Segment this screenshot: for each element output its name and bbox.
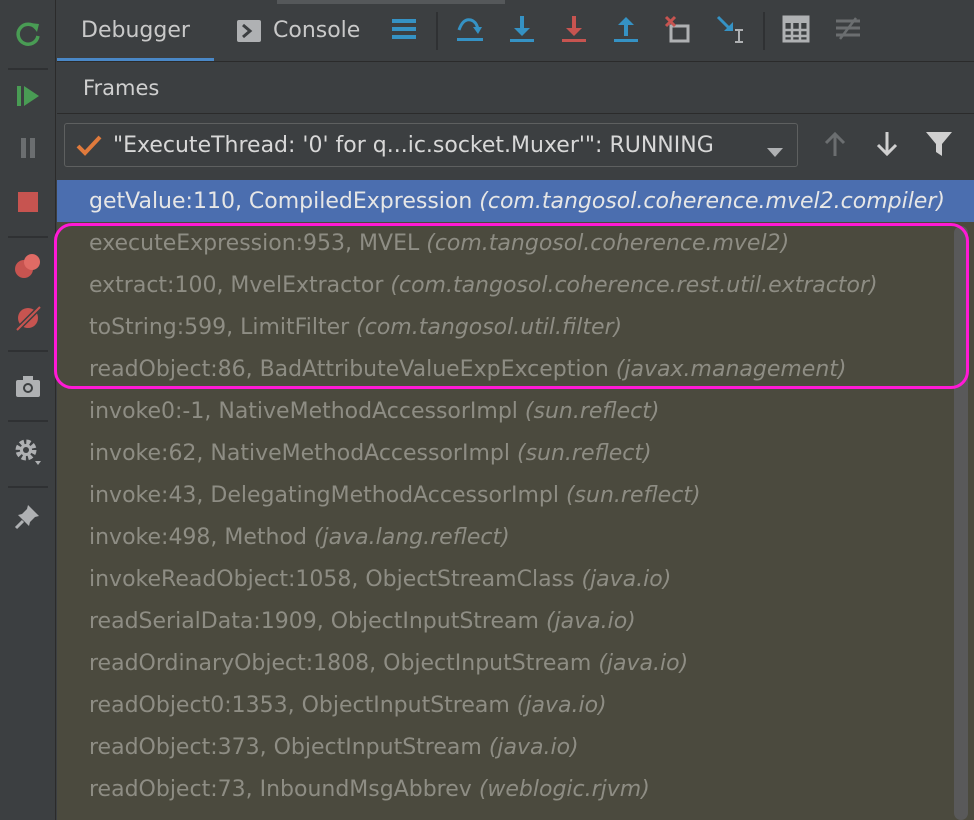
frame-method: readObject0:1353, ObjectInputStream bbox=[89, 692, 510, 718]
layout-menu-button[interactable] bbox=[387, 14, 421, 48]
frame-row[interactable]: readObject0:1353, ObjectInputStream (java… bbox=[57, 684, 974, 726]
frame-package: (java.io) bbox=[598, 650, 689, 676]
rerun-button[interactable] bbox=[8, 16, 48, 56]
rerun-icon bbox=[14, 20, 42, 52]
tab-label: Console bbox=[273, 18, 361, 43]
toolbar-separator bbox=[8, 486, 48, 488]
frame-row[interactable]: invokeReadObject:1058, ObjectStreamClass… bbox=[57, 558, 974, 600]
frame-row[interactable]: invoke:62, NativeMethodAccessorImpl (sun.… bbox=[57, 432, 974, 474]
thread-select[interactable]: "ExecuteThread: '0' for q...ic.socket.Mu… bbox=[64, 123, 798, 167]
view-breakpoints-button[interactable] bbox=[8, 248, 48, 288]
frame-method: invoke:43, DelegatingMethodAccessorImpl bbox=[89, 482, 559, 508]
step-out-icon bbox=[611, 14, 641, 48]
resume-button[interactable] bbox=[8, 78, 48, 118]
tab-label: Debugger bbox=[81, 18, 190, 43]
frame-package: (java.lang.reflect) bbox=[313, 524, 510, 550]
frame-method: getValue:110, CompiledExpression bbox=[89, 188, 473, 214]
filter-frames-button[interactable] bbox=[919, 126, 959, 166]
frame-method: readSerialData:1909, ObjectInputStream bbox=[89, 608, 539, 634]
force-step-into-icon bbox=[559, 14, 589, 48]
step-into-button[interactable] bbox=[505, 14, 539, 48]
frame-method: invokeReadObject:1058, ObjectStreamClass bbox=[89, 566, 575, 592]
frame-row[interactable]: readObject:373, ObjectInputStream (java.i… bbox=[57, 726, 974, 768]
frame-method: invoke:62, NativeMethodAccessorImpl bbox=[89, 440, 510, 466]
pause-button[interactable] bbox=[8, 130, 48, 170]
thread-label: "ExecuteThread: '0' for q...ic.socket.Mu… bbox=[113, 132, 714, 158]
evaluate-expression-icon bbox=[782, 15, 810, 47]
mute-breakpoints-button[interactable] bbox=[8, 300, 48, 340]
drop-frame-icon bbox=[663, 14, 693, 48]
view-breakpoints-icon bbox=[13, 251, 43, 285]
debugger-tab-bar: Debugger Console bbox=[57, 0, 974, 62]
toolbar-separator bbox=[8, 350, 48, 352]
check-icon bbox=[65, 133, 113, 157]
toolbar-separator bbox=[8, 236, 48, 238]
resume-icon bbox=[14, 82, 42, 114]
thread-selector-row: "ExecuteThread: '0' for q...ic.socket.Mu… bbox=[57, 114, 974, 180]
step-into-icon bbox=[507, 14, 537, 48]
frame-method: invoke0:-1, NativeMethodAccessorImpl bbox=[89, 398, 518, 424]
step-over-icon bbox=[455, 14, 485, 48]
trace-icon bbox=[834, 15, 862, 47]
tab-console[interactable]: Console bbox=[237, 0, 377, 61]
debug-left-toolbar bbox=[0, 0, 56, 820]
frame-method: readObject:373, ObjectInputStream bbox=[89, 734, 482, 760]
frame-package: (java.io) bbox=[488, 734, 579, 760]
step-out-button[interactable] bbox=[609, 14, 643, 48]
frames-title: Frames bbox=[83, 75, 160, 100]
frame-row[interactable]: readSerialData:1909, ObjectInputStream (j… bbox=[57, 600, 974, 642]
frame-method: invoke:498, Method bbox=[89, 524, 307, 550]
tab-debugger[interactable]: Debugger bbox=[57, 0, 214, 61]
trace-button[interactable] bbox=[831, 14, 865, 48]
previous-frame-button[interactable] bbox=[815, 126, 855, 166]
toolbar-separator bbox=[436, 12, 438, 50]
settings-icon bbox=[13, 437, 43, 471]
filter-icon bbox=[925, 130, 953, 162]
frame-package: (java.io) bbox=[581, 566, 672, 592]
frame-package: (weblogic.rjvm) bbox=[478, 776, 650, 802]
stop-icon bbox=[14, 188, 42, 220]
stop-button[interactable] bbox=[8, 184, 48, 224]
annotation-highlight-box bbox=[54, 223, 969, 389]
frames-panel-header: Frames bbox=[57, 62, 974, 114]
frame-method: readOrdinaryObject:1808, ObjectInputStre… bbox=[89, 650, 592, 676]
toolbar-separator bbox=[8, 68, 48, 70]
pin-tab-button[interactable] bbox=[8, 498, 48, 538]
layout-menu-icon bbox=[391, 17, 417, 45]
camera-icon bbox=[13, 371, 43, 405]
frame-row[interactable]: readOrdinaryObject:1808, ObjectInputStre… bbox=[57, 642, 974, 684]
drop-frame-button[interactable] bbox=[661, 14, 695, 48]
frame-package: (sun.reflect) bbox=[524, 398, 660, 424]
arrow-up-icon bbox=[823, 130, 847, 162]
mute-breakpoints-icon bbox=[13, 303, 43, 337]
toolbar-separator bbox=[763, 12, 765, 50]
frame-row[interactable]: invoke:498, Method (java.lang.reflect) bbox=[57, 516, 974, 558]
chevron-down-icon bbox=[767, 139, 783, 164]
frame-package: (com.tangosol.coherence.mvel2.compiler) bbox=[479, 188, 945, 214]
run-to-cursor-icon bbox=[715, 14, 745, 48]
step-over-button[interactable] bbox=[453, 14, 487, 48]
settings-button[interactable] bbox=[8, 434, 48, 474]
next-frame-button[interactable] bbox=[867, 126, 907, 166]
frame-row[interactable]: getValue:110, CompiledExpression (com.tan… bbox=[57, 180, 974, 222]
evaluate-expression-button[interactable] bbox=[779, 14, 813, 48]
frame-package: (java.io) bbox=[516, 692, 607, 718]
get-thread-dump-button[interactable] bbox=[8, 368, 48, 408]
frame-row[interactable]: readObject:73, InboundMsgAbbrev (weblogic… bbox=[57, 768, 974, 810]
frame-row[interactable]: invoke0:-1, NativeMethodAccessorImpl (sun… bbox=[57, 390, 974, 432]
frame-method: readObject:73, InboundMsgAbbrev bbox=[89, 776, 472, 802]
frame-package: (sun.reflect) bbox=[516, 440, 652, 466]
pause-icon bbox=[14, 134, 42, 166]
toolbar-separator bbox=[8, 420, 48, 422]
force-step-into-button[interactable] bbox=[557, 14, 591, 48]
frame-package: (sun.reflect) bbox=[565, 482, 701, 508]
run-to-cursor-button[interactable] bbox=[713, 14, 747, 48]
frame-row[interactable]: invoke:43, DelegatingMethodAccessorImpl(… bbox=[57, 474, 974, 516]
arrow-down-icon bbox=[875, 130, 899, 162]
tab-selected-indicator bbox=[57, 58, 214, 61]
console-icon bbox=[237, 19, 261, 42]
pin-icon bbox=[14, 502, 42, 534]
frame-package: (java.io) bbox=[545, 608, 636, 634]
